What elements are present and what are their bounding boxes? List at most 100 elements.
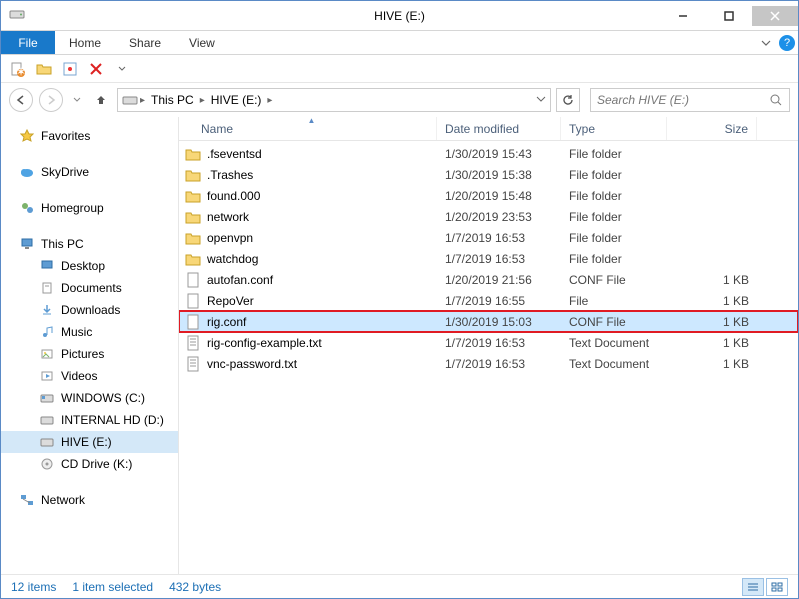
file-row[interactable]: vnc-password.txt 1/7/2019 16:53Text Docum… <box>179 353 798 374</box>
file-type: Text Document <box>561 357 667 371</box>
maximize-button[interactable] <box>706 6 752 26</box>
breadcrumb-thispc[interactable]: This PC <box>147 93 198 107</box>
device-icon <box>39 390 55 406</box>
sidebar-item[interactable]: Desktop <box>1 255 178 277</box>
file-row[interactable]: network1/20/2019 23:53File folder <box>179 206 798 227</box>
file-name: rig.conf <box>207 315 246 329</box>
cloud-icon <box>19 164 35 180</box>
forward-button[interactable] <box>39 88 63 112</box>
new-file-icon[interactable]: ✶ <box>9 60 27 78</box>
back-button[interactable] <box>9 88 33 112</box>
tab-home[interactable]: Home <box>55 31 115 54</box>
sidebar-item[interactable]: HIVE (E:) <box>1 431 178 453</box>
chevron-right-icon[interactable]: ▸ <box>267 95 272 106</box>
column-type[interactable]: Type <box>561 117 667 140</box>
file-date: 1/30/2019 15:38 <box>437 168 561 182</box>
refresh-button[interactable] <box>556 88 580 112</box>
search-input[interactable]: Search HIVE (E:) <box>590 88 790 112</box>
column-size[interactable]: Size <box>667 117 757 140</box>
sidebar-network[interactable]: Network <box>1 489 178 511</box>
recent-locations-icon[interactable] <box>69 88 85 112</box>
file-size: 1 KB <box>667 294 757 308</box>
file-row[interactable]: rig-config-example.txt 1/7/2019 16:53Text… <box>179 332 798 353</box>
address-dropdown-icon[interactable] <box>536 93 546 107</box>
address-bar-row: ▸ This PC ▸ HIVE (E:) ▸ Search HIVE (E:) <box>1 83 798 117</box>
file-size: 1 KB <box>667 336 757 350</box>
file-name: vnc-password.txt <box>207 357 297 371</box>
close-button[interactable] <box>752 6 798 26</box>
network-icon <box>19 492 35 508</box>
device-icon <box>39 434 55 450</box>
sidebar-skydrive[interactable]: SkyDrive <box>1 161 178 183</box>
folder-icon <box>185 167 201 183</box>
sort-ascending-icon: ▲ <box>308 117 316 125</box>
device-icon <box>39 456 55 472</box>
chevron-right-icon[interactable]: ▸ <box>140 95 145 106</box>
file-row[interactable]: openvpn1/7/2019 16:53File folder <box>179 227 798 248</box>
icons-view-button[interactable] <box>766 578 788 596</box>
file-name: .Trashes <box>207 168 253 182</box>
folder-icon <box>185 230 201 246</box>
file-date: 1/20/2019 15:48 <box>437 189 561 203</box>
file-type: Text Document <box>561 336 667 350</box>
file-size: 1 KB <box>667 273 757 287</box>
sidebar-item[interactable]: Documents <box>1 277 178 299</box>
sidebar-item[interactable]: Videos <box>1 365 178 387</box>
navigation-pane: Favorites SkyDrive Homegroup This PC Des… <box>1 117 179 574</box>
file-row[interactable]: .fseventsd1/30/2019 15:43File folder <box>179 143 798 164</box>
sidebar-favorites[interactable]: Favorites <box>1 125 178 147</box>
ribbon-expand-icon[interactable] <box>756 31 776 54</box>
sidebar-item[interactable]: INTERNAL HD (D:) <box>1 409 178 431</box>
quick-access-toolbar: ✶ <box>1 55 798 83</box>
toolbar-dropdown-icon[interactable] <box>113 60 131 78</box>
details-view-button[interactable] <box>742 578 764 596</box>
sidebar-item[interactable]: WINDOWS (C:) <box>1 387 178 409</box>
file-row[interactable]: autofan.conf1/20/2019 21:56CONF File1 KB <box>179 269 798 290</box>
minimize-button[interactable] <box>660 6 706 26</box>
folder-icon <box>185 251 201 267</box>
help-button[interactable]: ? <box>776 31 798 54</box>
file-date: 1/7/2019 16:53 <box>437 336 561 350</box>
column-headers: ▲Name Date modified Type Size <box>179 117 798 141</box>
sidebar-thispc[interactable]: This PC <box>1 233 178 255</box>
sidebar-item[interactable]: CD Drive (K:) <box>1 453 178 475</box>
text-icon <box>185 335 201 351</box>
file-name: rig-config-example.txt <box>207 336 322 350</box>
file-type: File folder <box>561 147 667 161</box>
file-tab[interactable]: File <box>1 31 55 54</box>
device-icon <box>39 324 55 340</box>
sidebar-homegroup[interactable]: Homegroup <box>1 197 178 219</box>
file-row[interactable]: RepoVer1/7/2019 16:55File1 KB <box>179 290 798 311</box>
up-button[interactable] <box>91 90 111 110</box>
file-row[interactable]: .Trashes1/30/2019 15:38File folder <box>179 164 798 185</box>
content-area: Favorites SkyDrive Homegroup This PC Des… <box>1 117 798 574</box>
breadcrumb-current[interactable]: HIVE (E:) <box>207 93 266 107</box>
file-name: .fseventsd <box>207 147 262 161</box>
search-icon <box>769 93 783 107</box>
tab-view[interactable]: View <box>175 31 229 54</box>
breadcrumb[interactable]: ▸ This PC ▸ HIVE (E:) ▸ <box>117 88 551 112</box>
drive-icon <box>122 92 138 108</box>
delete-icon[interactable] <box>87 60 105 78</box>
status-count: 12 items <box>11 580 56 594</box>
file-type: CONF File <box>561 315 667 329</box>
file-row[interactable]: found.0001/20/2019 15:48File folder <box>179 185 798 206</box>
new-folder-icon[interactable] <box>35 60 53 78</box>
sidebar-item[interactable]: Downloads <box>1 299 178 321</box>
tab-share[interactable]: Share <box>115 31 175 54</box>
column-date[interactable]: Date modified <box>437 117 561 140</box>
file-icon <box>185 272 201 288</box>
file-list[interactable]: .fseventsd1/30/2019 15:43File folder .Tra… <box>179 141 798 574</box>
properties-icon[interactable] <box>61 60 79 78</box>
sidebar-item[interactable]: Music <box>1 321 178 343</box>
file-name: autofan.conf <box>207 273 273 287</box>
window-controls <box>660 6 798 26</box>
file-row[interactable]: watchdog1/7/2019 16:53File folder <box>179 248 798 269</box>
file-date: 1/7/2019 16:55 <box>437 294 561 308</box>
sidebar-item[interactable]: Pictures <box>1 343 178 365</box>
file-date: 1/7/2019 16:53 <box>437 357 561 371</box>
chevron-right-icon[interactable]: ▸ <box>200 95 205 106</box>
file-type: File folder <box>561 231 667 245</box>
file-row[interactable]: rig.conf1/30/2019 15:03CONF File1 KB <box>179 311 798 332</box>
column-name[interactable]: ▲Name <box>179 117 437 140</box>
